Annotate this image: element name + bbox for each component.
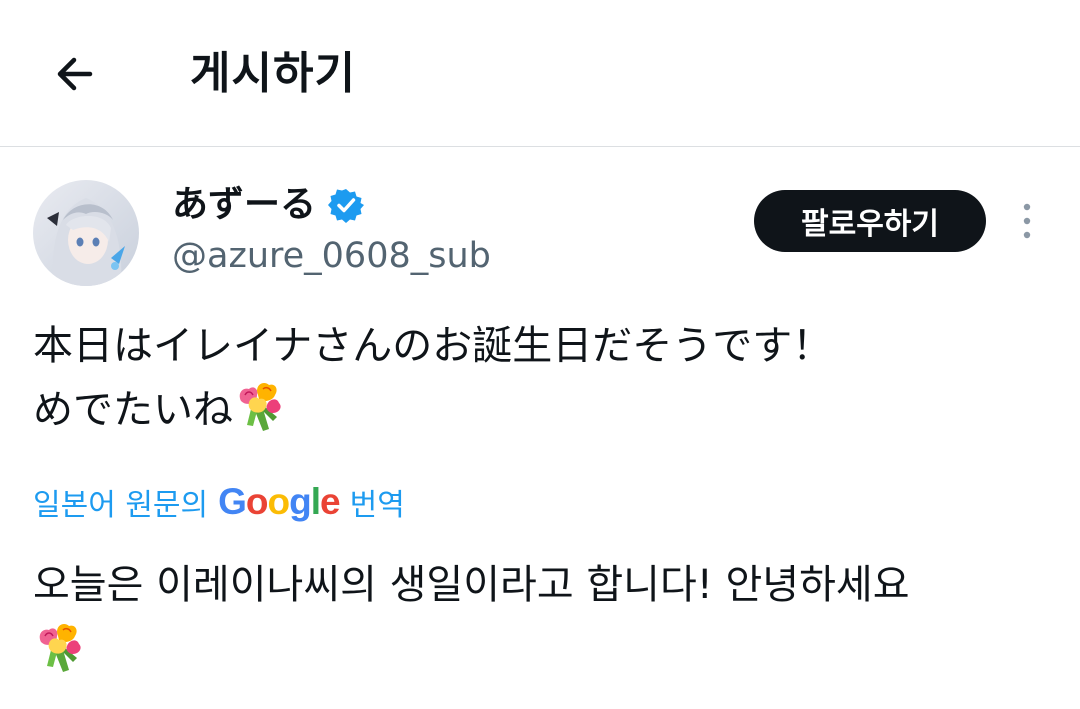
display-name[interactable]: あずーる — [172, 181, 316, 229]
author-name-row: あずーる — [172, 180, 365, 230]
arrow-left-icon — [57, 57, 93, 91]
more-options-button[interactable] — [1010, 196, 1044, 246]
translate-prefix: 일본어 원문의 — [33, 488, 209, 523]
back-button[interactable] — [40, 40, 108, 108]
avatar[interactable] — [33, 180, 139, 286]
tweet-text: 本日はイレイナさんのお誕生日だそうです！ めでたいね — [33, 314, 1043, 442]
bouquet-icon — [39, 624, 81, 672]
tweet-line-1: 本日はイレイナさんのお誕生日だそうです！ — [33, 323, 833, 369]
google-letter: l — [310, 481, 321, 522]
translated-emoji-row — [33, 618, 1048, 684]
google-letter: o — [245, 481, 269, 522]
google-letter: o — [267, 481, 291, 522]
verified-badge-icon — [328, 189, 365, 223]
google-logo: Google — [218, 478, 341, 526]
google-letter: g — [289, 481, 312, 522]
follow-button[interactable]: 팔로우하기 — [754, 190, 986, 252]
page-title: 게시하기 — [190, 48, 356, 99]
translate-link[interactable]: 일본어 원문의 Google 번역 — [33, 478, 405, 526]
author-handle[interactable]: @azure_0608_sub — [172, 234, 491, 278]
translated-line: 오늘은 이레이나씨의 생일이라고 합니다! 안녕하세요 — [33, 562, 910, 608]
more-vertical-icon — [1023, 203, 1031, 239]
top-bar: 게시하기 — [0, 0, 1080, 147]
tweet-line-2-row: めでたいね — [33, 378, 1043, 442]
translated-text: 오늘은 이레이나씨의 생일이라고 합니다! 안녕하세요 — [33, 552, 1048, 684]
bouquet-icon — [239, 383, 281, 431]
translate-suffix: 번역 — [349, 488, 405, 523]
google-letter: G — [218, 481, 247, 522]
google-letter: e — [320, 481, 341, 522]
tweet-line-2: めでたいね — [33, 387, 233, 433]
